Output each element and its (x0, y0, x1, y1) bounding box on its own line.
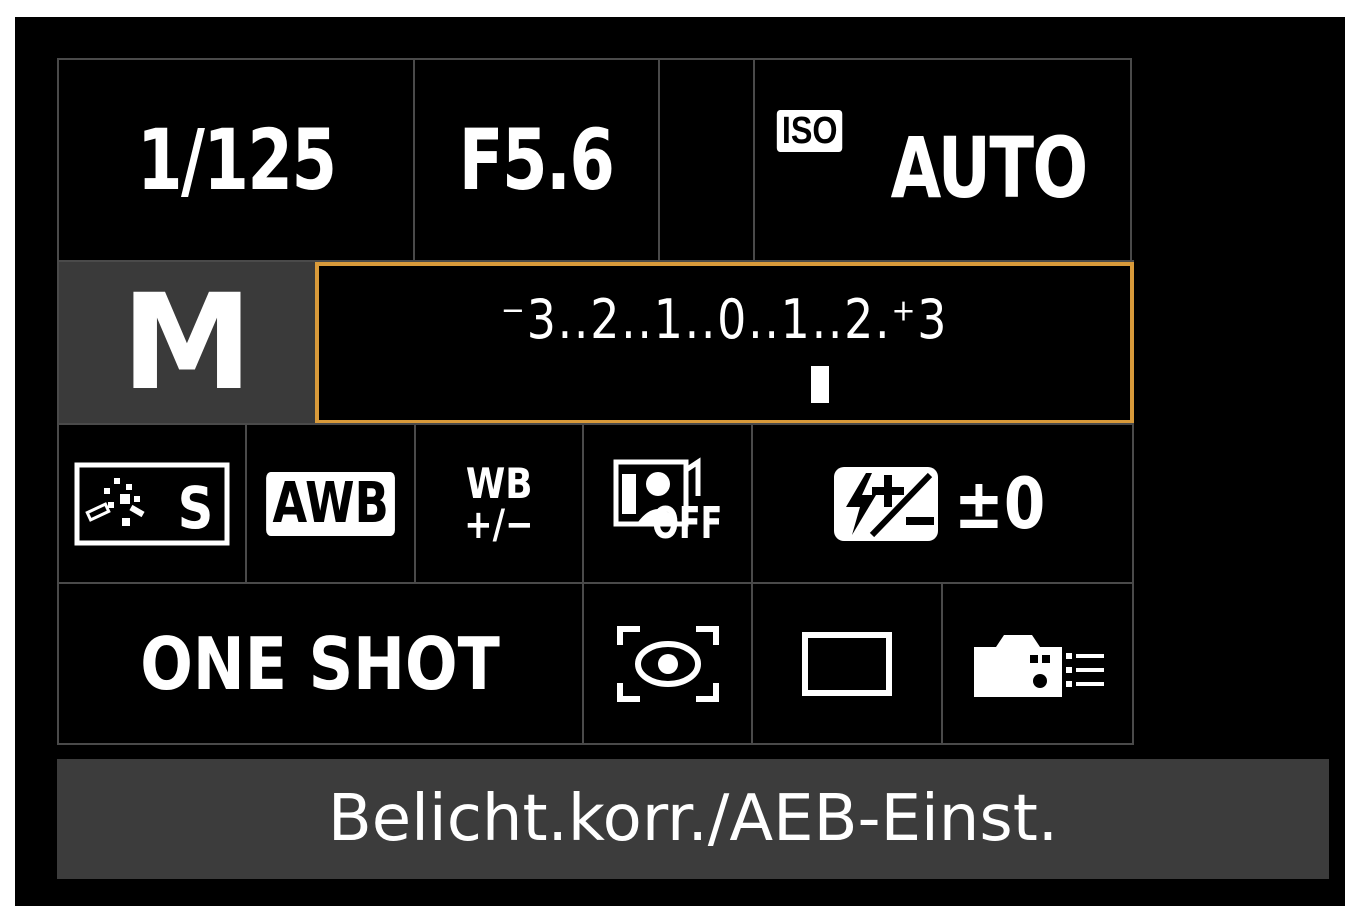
alo-state: OFF (651, 497, 722, 549)
aperture-cell[interactable]: F5.6 (413, 58, 660, 262)
drive-mode-cell[interactable] (751, 582, 943, 745)
shooting-mode: M (57, 260, 317, 425)
exposure-scale-text: ⁻3..2..1..0..1..2.⁺3 (500, 288, 949, 351)
picture-style-icon: S (74, 462, 230, 545)
wb-shift-cell[interactable]: WB +/− (414, 423, 584, 584)
shooting-mode-value: M (121, 265, 253, 420)
flash-comp-icon (833, 466, 938, 541)
flash-comp-value: ±0 (953, 462, 1046, 545)
auto-lighting-optimizer-cell[interactable]: OFF (582, 423, 753, 584)
setting-description-text: Belicht.korr./AEB-Einst. (327, 782, 1059, 856)
empty-cell (658, 58, 755, 262)
picture-style-cell[interactable]: S (57, 423, 247, 584)
shutter-speed-value: 1/125 (136, 111, 337, 209)
af-mode-value: ONE SHOT (140, 621, 501, 706)
metering-icon (616, 625, 719, 702)
af-mode-cell[interactable]: ONE SHOT (57, 582, 584, 745)
camera-custom-icon (973, 634, 1104, 697)
quick-control-screen: 1/125 F5.6 ISO AUTO M ⁻3..2..1..0..1..2.… (15, 17, 1345, 906)
picture-style-letter: S (178, 474, 214, 542)
iso-icon: ISO (776, 110, 843, 152)
iso-cell[interactable]: ISO AUTO (753, 58, 1132, 262)
shutter-speed-cell[interactable]: 1/125 (57, 58, 415, 262)
metering-cell[interactable] (582, 582, 753, 745)
iso-value: AUTO (890, 119, 1088, 217)
awb-icon: AWB (265, 470, 396, 536)
exposure-compensation-scale[interactable]: ⁻3..2..1..0..1..2.⁺3 (315, 262, 1134, 424)
custom-controls-cell[interactable] (941, 582, 1134, 745)
exposure-level-marker (811, 366, 829, 403)
flash-comp-cell[interactable]: ±0 (751, 423, 1134, 584)
aperture-value: F5.6 (459, 111, 615, 209)
drive-single-icon (802, 631, 892, 696)
wb-shift-top: WB (465, 458, 533, 508)
auto-lighting-optimizer-icon: OFF (608, 456, 728, 552)
setting-description-bar: Belicht.korr./AEB-Einst. (57, 759, 1329, 879)
wb-shift-bottom: +/− (464, 501, 534, 548)
awb-label: AWB (272, 470, 389, 536)
white-balance-cell[interactable]: AWB (245, 423, 416, 584)
